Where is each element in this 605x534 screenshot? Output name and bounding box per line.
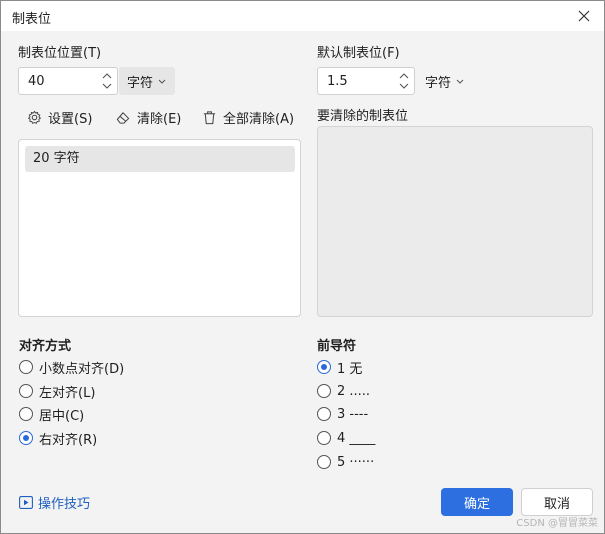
gear-icon bbox=[27, 110, 42, 124]
default-tab-input[interactable]: 1.5 bbox=[317, 67, 415, 95]
radio-circle-selected bbox=[317, 360, 331, 374]
default-tab-label: 默认制表位(F) bbox=[317, 46, 400, 61]
leader-middle-dots-radio[interactable]: 5 ······ bbox=[317, 452, 374, 472]
radio-label: 小数点对齐(D) bbox=[39, 361, 125, 377]
eraser-icon bbox=[116, 111, 130, 124]
radio-label: 2 ..... bbox=[337, 383, 371, 399]
align-left-radio[interactable]: 左对齐(L) bbox=[19, 381, 95, 401]
leader-underline-radio[interactable]: 4 ____ bbox=[317, 428, 375, 448]
leader-none-radio[interactable]: 1 无 bbox=[317, 357, 362, 377]
trash-icon bbox=[203, 110, 216, 124]
tab-position-input[interactable]: 40 bbox=[18, 67, 118, 95]
close-button[interactable] bbox=[564, 1, 604, 31]
ok-button[interactable]: 确定 bbox=[441, 488, 513, 516]
tips-link[interactable]: 操作技巧 bbox=[19, 492, 90, 512]
tab-position-label: 制表位位置(T) bbox=[18, 46, 102, 61]
set-button[interactable]: 设置(S) bbox=[27, 107, 92, 127]
radio-circle bbox=[19, 360, 33, 374]
set-button-label: 设置(S) bbox=[48, 111, 93, 127]
default-tab-unit-dropdown[interactable]: 字符 bbox=[417, 67, 473, 95]
leader-dots-radio[interactable]: 2 ..... bbox=[317, 381, 370, 401]
tab-stops-dialog: 制表位 制表位位置(T) 40 字符 默认制表位(F) 1.5 字符 设置(S)… bbox=[0, 0, 605, 534]
chevron-down-icon bbox=[158, 79, 166, 84]
radio-circle bbox=[317, 407, 331, 421]
chevron-down-icon bbox=[456, 79, 464, 84]
alignment-title: 对齐方式 bbox=[19, 339, 72, 354]
clear-button[interactable]: 清除(E) bbox=[115, 107, 181, 127]
clear-all-button[interactable]: 全部清除(A) bbox=[202, 107, 294, 127]
leader-title: 前导符 bbox=[317, 339, 357, 354]
tab-position-value: 40 bbox=[28, 74, 45, 89]
tab-stop-list[interactable]: 20 字符 bbox=[18, 139, 301, 317]
leader-dashes-radio[interactable]: 3 ---- bbox=[317, 404, 368, 424]
clear-all-button-label: 全部清除(A) bbox=[223, 111, 295, 127]
dialog-title: 制表位 bbox=[12, 12, 52, 27]
play-box-icon bbox=[19, 495, 33, 509]
radio-circle bbox=[317, 384, 331, 398]
radio-label: 4 ____ bbox=[337, 430, 376, 446]
title-bar: 制表位 bbox=[1, 1, 604, 31]
radio-label: 居中(C) bbox=[39, 408, 85, 424]
tips-label: 操作技巧 bbox=[38, 496, 91, 512]
watermark: CSDN @冒冒菜菜 bbox=[516, 518, 598, 529]
radio-label: 左对齐(L) bbox=[39, 385, 96, 401]
spin-arrows-icon[interactable] bbox=[101, 70, 113, 92]
radio-label: 3 ---- bbox=[337, 406, 369, 422]
align-decimal-radio[interactable]: 小数点对齐(D) bbox=[19, 357, 124, 377]
radio-circle bbox=[19, 384, 33, 398]
spin-arrows-icon[interactable] bbox=[398, 70, 410, 92]
tab-position-unit-dropdown[interactable]: 字符 bbox=[119, 67, 175, 95]
radio-label: 1 无 bbox=[337, 361, 363, 377]
to-clear-label: 要清除的制表位 bbox=[317, 109, 409, 124]
radio-circle bbox=[317, 455, 331, 469]
radio-circle bbox=[19, 407, 33, 421]
default-tab-unit: 字符 bbox=[425, 75, 452, 91]
align-center-radio[interactable]: 居中(C) bbox=[19, 404, 84, 424]
default-tab-value: 1.5 bbox=[327, 74, 348, 89]
radio-circle-selected bbox=[19, 431, 33, 445]
close-icon bbox=[578, 10, 590, 22]
cancel-button[interactable]: 取消 bbox=[521, 488, 593, 516]
radio-circle bbox=[317, 431, 331, 445]
radio-label: 右对齐(R) bbox=[39, 432, 98, 448]
list-item[interactable]: 20 字符 bbox=[25, 146, 295, 172]
align-right-radio[interactable]: 右对齐(R) bbox=[19, 428, 97, 448]
clear-button-label: 清除(E) bbox=[137, 111, 182, 127]
tab-position-unit: 字符 bbox=[127, 75, 154, 91]
radio-label: 5 ······ bbox=[337, 454, 375, 470]
to-clear-list bbox=[317, 126, 593, 317]
